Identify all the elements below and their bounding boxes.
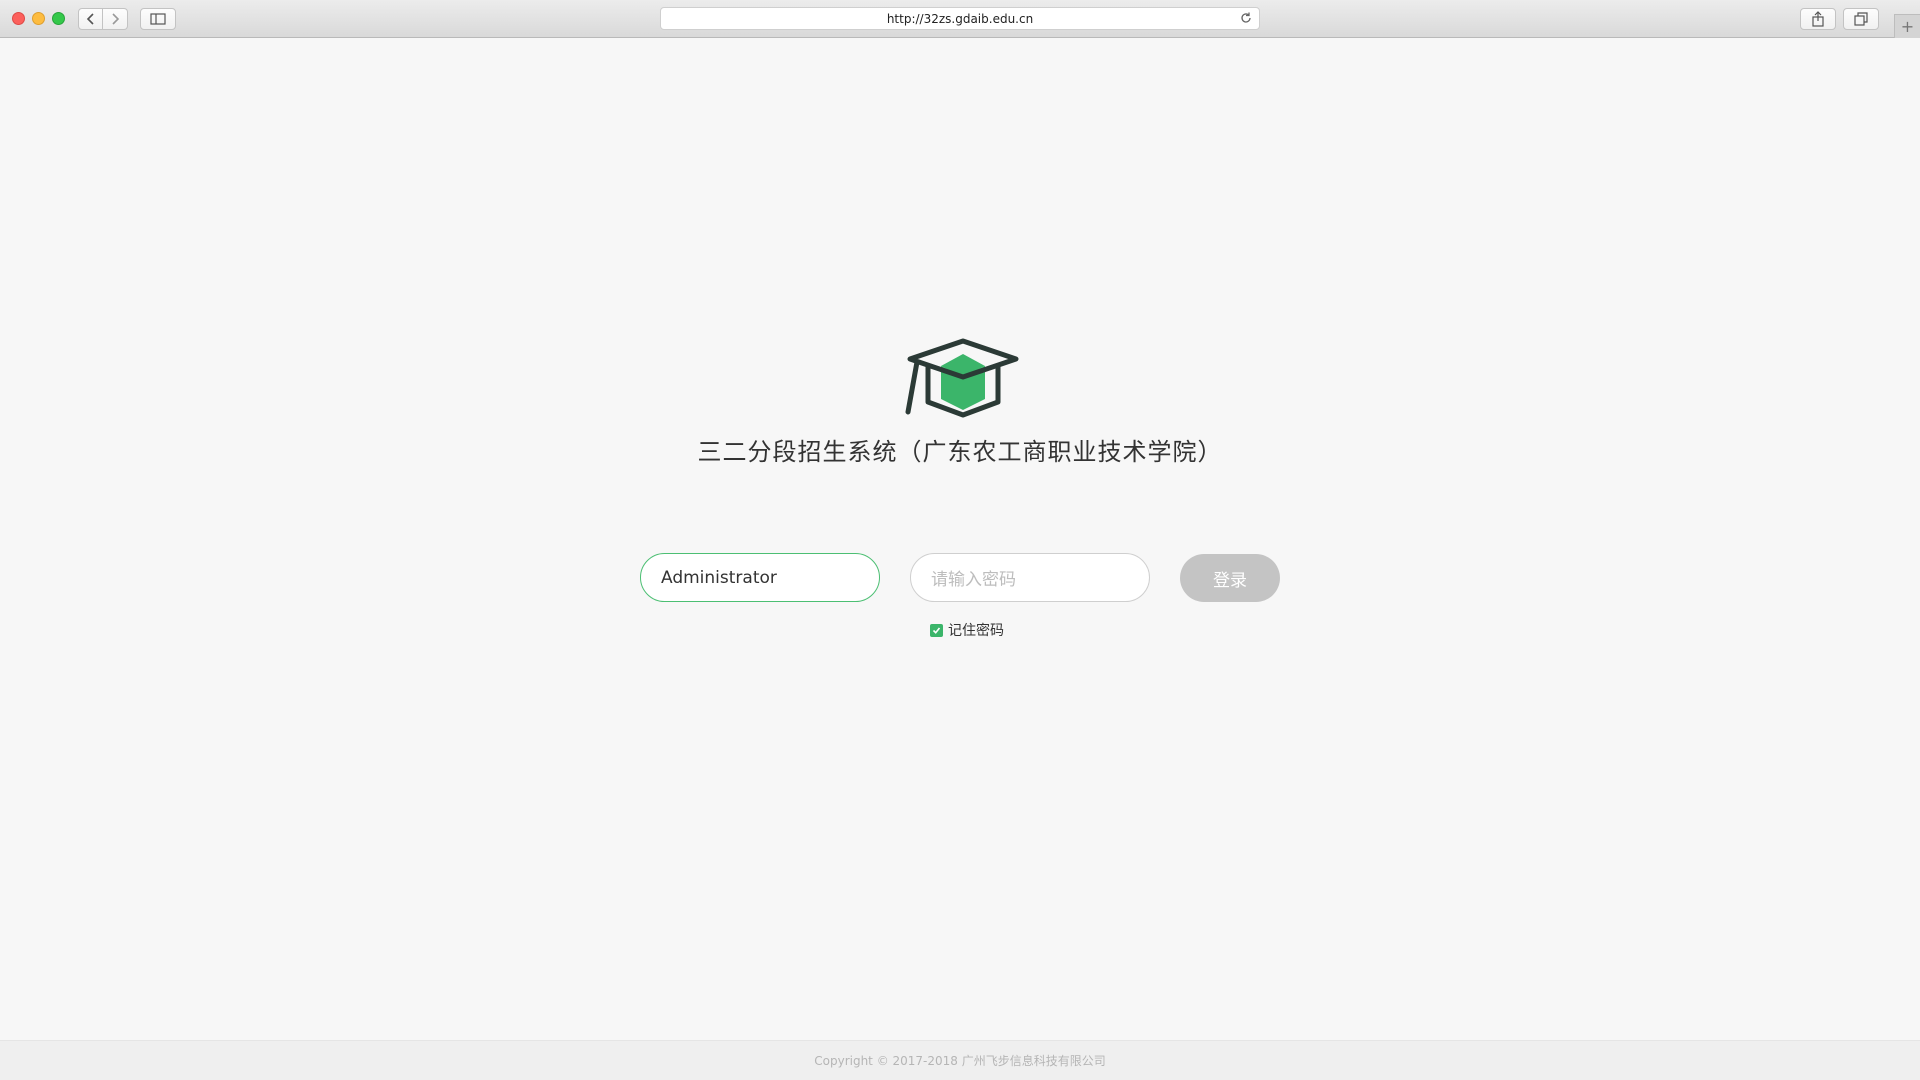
- address-bar[interactable]: http://32zs.gdaib.edu.cn: [660, 7, 1260, 30]
- chevron-left-icon: [86, 13, 94, 25]
- username-value: Administrator: [661, 567, 777, 588]
- reload-icon[interactable]: [1239, 11, 1253, 25]
- zoom-window-button[interactable]: [52, 12, 65, 25]
- footer: Copyright © 2017-2018 广州飞步信息科技有限公司: [0, 1040, 1920, 1080]
- app-title: 三二分段招生系统（广东农工商职业技术学院）: [697, 438, 1223, 466]
- sidebar-toggle-button[interactable]: [140, 8, 176, 30]
- tabs-icon: [1854, 12, 1868, 26]
- url-text: http://32zs.gdaib.edu.cn: [886, 11, 1034, 26]
- graduation-cap-icon: [905, 338, 1019, 418]
- sidebar-icon: [150, 13, 166, 25]
- checkmark-icon: [932, 626, 941, 634]
- remember-checkbox[interactable]: [930, 623, 943, 637]
- remember-password-toggle[interactable]: 记住密码: [930, 620, 1004, 640]
- password-input[interactable]: 请输入密码: [910, 553, 1150, 602]
- username-input[interactable]: Administrator: [640, 553, 880, 602]
- forward-button[interactable]: [103, 8, 128, 30]
- browser-toolbar: http://32zs.gdaib.edu.cn +: [0, 0, 1920, 38]
- password-placeholder: 请输入密码: [931, 570, 1016, 590]
- copyright-text: Copyright © 2017-2018 广州飞步信息科技有限公司: [814, 1054, 1106, 1068]
- remember-label: 记住密码: [948, 623, 1004, 639]
- login-button-label: 登录: [1213, 570, 1247, 591]
- plus-icon: +: [1900, 17, 1915, 36]
- share-button[interactable]: [1800, 8, 1836, 30]
- chevron-right-icon: [112, 13, 120, 25]
- back-button[interactable]: [78, 8, 103, 30]
- close-window-button[interactable]: [12, 12, 25, 25]
- show-tabs-button[interactable]: [1843, 8, 1879, 30]
- login-button[interactable]: 登录: [1180, 554, 1280, 602]
- share-icon: [1812, 11, 1824, 27]
- minimize-window-button[interactable]: [32, 12, 45, 25]
- new-tab-button[interactable]: +: [1894, 14, 1920, 38]
